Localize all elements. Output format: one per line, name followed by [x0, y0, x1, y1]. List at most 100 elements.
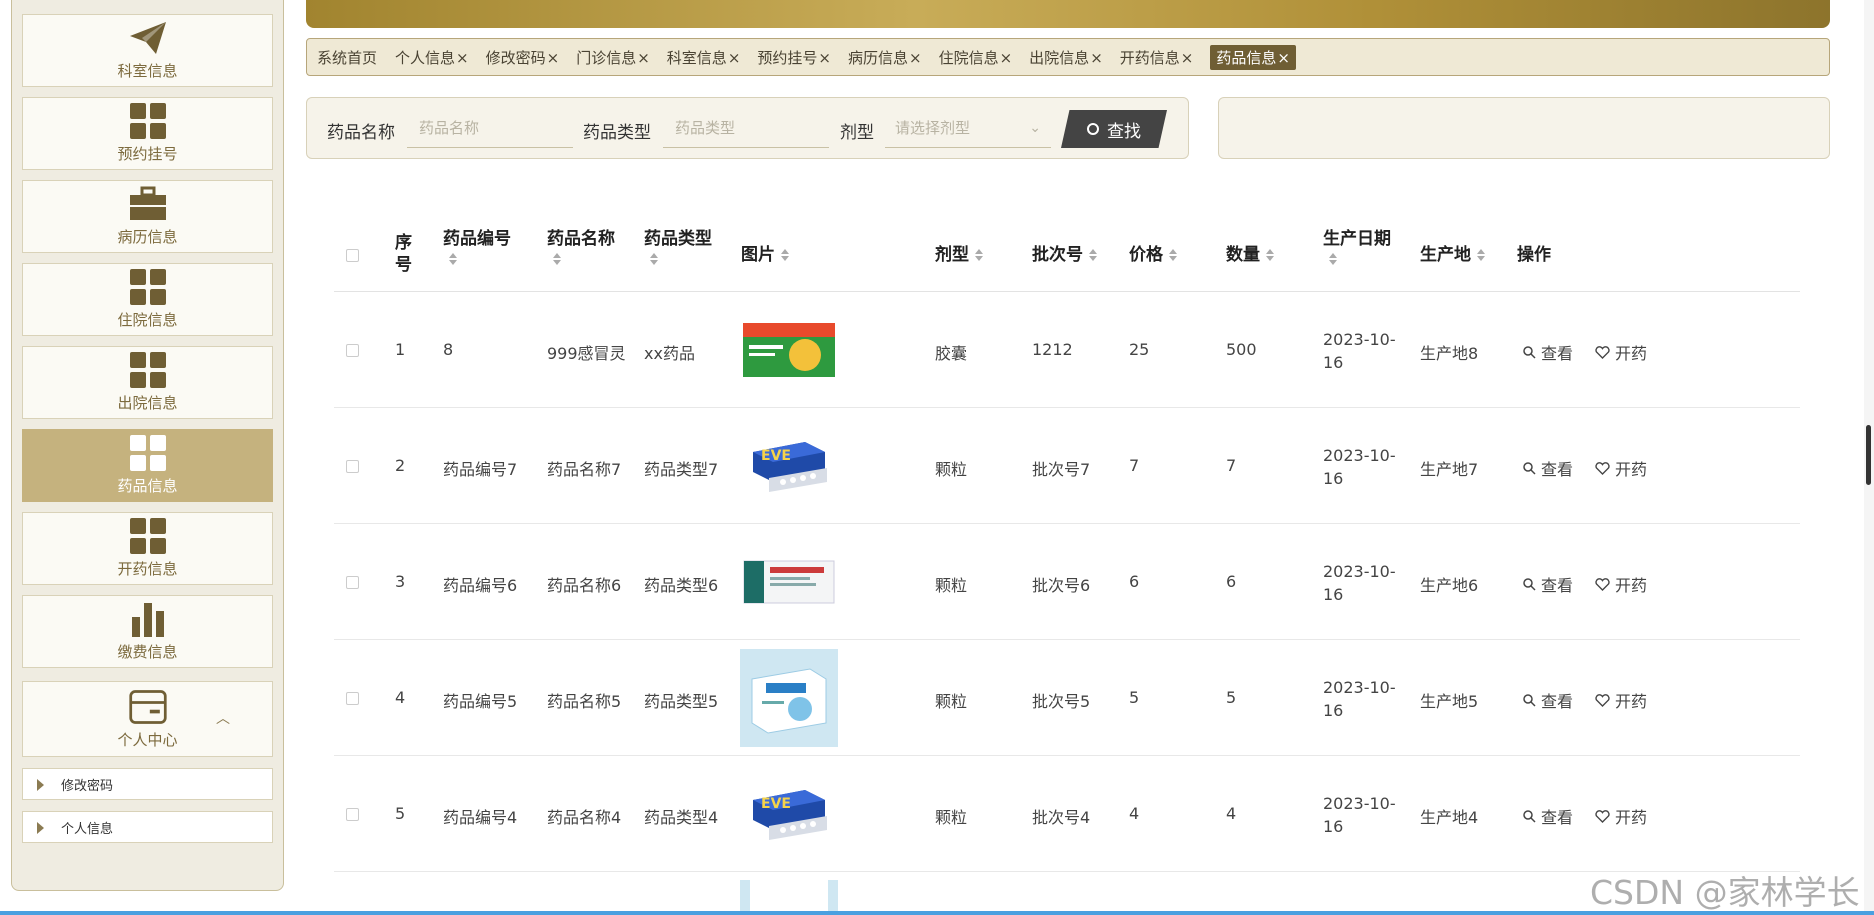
cell-type: xx药品: [644, 344, 695, 363]
sidebar-item-1[interactable]: 科室信息: [22, 14, 273, 87]
prescribe-button[interactable]: 开药: [1595, 456, 1647, 480]
close-icon[interactable]: ×: [1090, 49, 1103, 67]
drug-name-input[interactable]: [407, 108, 573, 148]
close-icon[interactable]: ×: [1000, 49, 1013, 67]
header-date[interactable]: 生产日期: [1323, 228, 1391, 265]
sidebar-item-6[interactable]: 药品信息: [22, 429, 273, 502]
tab-label: 系统首页: [317, 48, 378, 67]
view-button[interactable]: 查看: [1523, 804, 1573, 828]
sidebar-subitem-label: 个人信息: [61, 821, 114, 837]
grid-icon: [128, 269, 168, 305]
sidebar-item-9[interactable]: 个人中心 ︿: [22, 681, 273, 757]
view-button[interactable]: 查看: [1523, 572, 1573, 596]
table-row[interactable]: 4 药品编号5 药品名称5 药品类型5 颗粒 批次号5 5 5 2023-10-16 生产地5 查看…: [334, 640, 1800, 756]
header-date-label: 生产日期: [1323, 229, 1391, 249]
close-icon[interactable]: ×: [1277, 49, 1290, 67]
tab-10[interactable]: 开药信息×: [1120, 47, 1194, 68]
scrollbar-thumb[interactable]: [1866, 425, 1871, 485]
tab-5[interactable]: 科室信息×: [667, 47, 741, 68]
prescribe-button[interactable]: 开药: [1595, 688, 1647, 712]
cell-price: 4: [1129, 804, 1140, 823]
row-checkbox[interactable]: [346, 576, 359, 589]
prescribe-button[interactable]: 开药: [1595, 804, 1647, 828]
cell-index: 5: [395, 804, 406, 823]
caret-right-icon: [37, 779, 44, 791]
cell-origin: 生产地7: [1420, 460, 1479, 479]
table-row[interactable]: 1 8 999感冒灵 xx药品 胶囊 1212 25 500 2023-10-16 生产地8 查看 开…: [334, 292, 1800, 408]
header-image[interactable]: 图片: [741, 244, 789, 266]
cell-qty: 4: [1226, 804, 1237, 823]
header-name[interactable]: 药品名称: [547, 228, 615, 265]
prescribe-button[interactable]: 开药: [1595, 572, 1647, 596]
row-checkbox[interactable]: [346, 692, 359, 705]
tab-9[interactable]: 出院信息×: [1029, 47, 1103, 68]
tab-2[interactable]: 个人信息×: [395, 47, 469, 68]
sidebar-item-2[interactable]: 预约挂号: [22, 97, 273, 170]
sidebar-item-8[interactable]: 缴费信息: [22, 595, 273, 668]
select-all-checkbox[interactable]: [346, 249, 359, 262]
header-price[interactable]: 价格: [1129, 244, 1177, 266]
row-checkbox[interactable]: [346, 808, 359, 821]
dosage-form-select[interactable]: 请选择剂型 ⌄: [885, 108, 1051, 148]
drug-image: [740, 301, 838, 399]
header-origin[interactable]: 生产地: [1420, 244, 1485, 266]
cell-date: 2023-10-16: [1323, 678, 1396, 720]
close-icon[interactable]: ×: [818, 49, 831, 67]
tab-3[interactable]: 修改密码×: [486, 47, 560, 68]
cell-form: 颗粒: [935, 576, 968, 595]
view-button[interactable]: 查看: [1523, 340, 1573, 364]
header-batch[interactable]: 批次号: [1032, 244, 1097, 266]
table-row[interactable]: 3 药品编号6 药品名称6 药品类型6 颗粒 批次号6 6 6 2023-10-16 生产地6 查看…: [334, 524, 1800, 640]
header-batch-label: 批次号: [1032, 245, 1083, 265]
search-button[interactable]: 查找: [1061, 110, 1167, 148]
sort-icon: [975, 249, 983, 261]
sidebar-item-5[interactable]: 出院信息: [22, 346, 273, 419]
row-checkbox[interactable]: [346, 344, 359, 357]
caret-right-icon: [37, 822, 44, 834]
prescribe-button[interactable]: 开药: [1595, 340, 1647, 364]
close-icon[interactable]: ×: [1181, 49, 1194, 67]
close-icon[interactable]: ×: [547, 49, 560, 67]
sidebar-item-7[interactable]: 开药信息: [22, 512, 273, 585]
search-panel: 药品名称 药品类型 剂型 请选择剂型 ⌄ 查找: [306, 97, 1189, 159]
table-row[interactable]: 5 药品编号4 药品名称4 药品类型4 EVE 颗粒 批次号4 4 4 2023-10-16 生产地…: [334, 756, 1800, 872]
view-button[interactable]: 查看: [1523, 456, 1573, 480]
tab-4[interactable]: 门诊信息×: [576, 47, 650, 68]
cell-type: 药品类型7: [644, 460, 719, 479]
cell-price: 6: [1129, 572, 1140, 591]
tab-6[interactable]: 预约挂号×: [757, 47, 831, 68]
grid-icon: [128, 518, 168, 554]
sidebar-item-3[interactable]: 病历信息: [22, 180, 273, 253]
view-button[interactable]: 查看: [1523, 688, 1573, 712]
cell-code: 药品编号5: [443, 692, 518, 711]
heart-icon: [1595, 461, 1610, 475]
header-qty[interactable]: 数量: [1226, 244, 1274, 266]
sidebar-subitem-2[interactable]: 个人信息: [22, 811, 273, 843]
cell-type: 药品类型4: [644, 808, 719, 827]
cell-batch: 批次号5: [1032, 692, 1091, 711]
header-form[interactable]: 剂型: [935, 244, 983, 266]
drug-type-input[interactable]: [663, 108, 829, 148]
close-icon[interactable]: ×: [456, 49, 469, 67]
close-icon[interactable]: ×: [728, 49, 741, 67]
chevron-up-icon[interactable]: ︿: [216, 708, 230, 728]
sidebar-item-4[interactable]: 住院信息: [22, 263, 273, 336]
cell-type: 药品类型5: [644, 692, 719, 711]
table-row[interactable]: 2 药品编号7 药品名称7 药品类型7 EVE 颗粒 批次号7 7 7 2023-10-16 生产地…: [334, 408, 1800, 524]
sidebar-subitem-1[interactable]: 修改密码: [22, 768, 273, 800]
row-checkbox[interactable]: [346, 460, 359, 473]
close-icon[interactable]: ×: [909, 49, 922, 67]
cell-qty: 5: [1226, 688, 1237, 707]
sort-icon: [1089, 249, 1097, 261]
tab-11[interactable]: 药品信息×: [1210, 44, 1296, 70]
header-type[interactable]: 药品类型: [644, 228, 712, 265]
heart-icon: [1595, 345, 1610, 359]
tab-7[interactable]: 病历信息×: [848, 47, 922, 68]
cell-price: 5: [1129, 688, 1140, 707]
tab-1[interactable]: 系统首页: [317, 47, 378, 68]
header-code[interactable]: 药品编号: [443, 228, 511, 265]
grid-icon: [128, 103, 168, 139]
close-icon[interactable]: ×: [637, 49, 650, 67]
tab-8[interactable]: 住院信息×: [939, 47, 1013, 68]
cell-origin: 生产地4: [1420, 808, 1479, 827]
